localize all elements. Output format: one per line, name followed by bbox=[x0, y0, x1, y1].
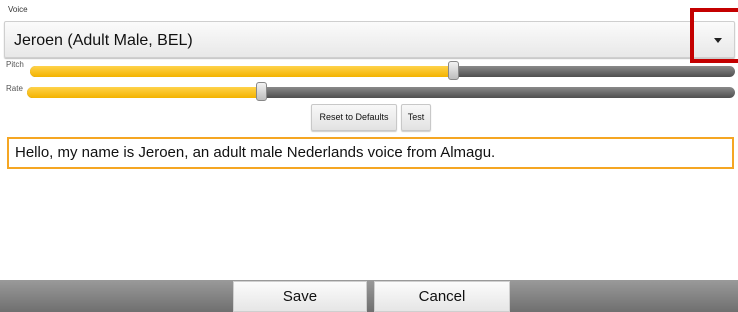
pitch-slider-thumb[interactable] bbox=[448, 61, 459, 80]
pitch-slider[interactable] bbox=[30, 61, 735, 80]
rate-label: Rate bbox=[6, 84, 23, 93]
pitch-slider-fill bbox=[30, 66, 453, 77]
reset-defaults-button[interactable]: Reset to Defaults bbox=[311, 104, 397, 131]
cancel-button[interactable]: Cancel bbox=[374, 281, 510, 312]
dropdown-highlight-marker bbox=[690, 8, 738, 63]
rate-slider[interactable] bbox=[27, 82, 735, 101]
voice-dropdown[interactable]: Jeroen (Adult Male, BEL) bbox=[4, 21, 735, 58]
voice-selected-value: Jeroen (Adult Male, BEL) bbox=[14, 32, 193, 49]
bottom-action-bar bbox=[0, 280, 738, 312]
save-button[interactable]: Save bbox=[233, 281, 367, 312]
voice-label: Voice bbox=[8, 5, 28, 14]
rate-slider-thumb[interactable] bbox=[255, 82, 267, 101]
test-button[interactable]: Test bbox=[401, 104, 431, 131]
pitch-label: Pitch bbox=[6, 60, 24, 69]
rate-slider-fill bbox=[27, 87, 261, 98]
sample-text-input[interactable]: Hello, my name is Jeroen, an adult male … bbox=[7, 137, 734, 169]
